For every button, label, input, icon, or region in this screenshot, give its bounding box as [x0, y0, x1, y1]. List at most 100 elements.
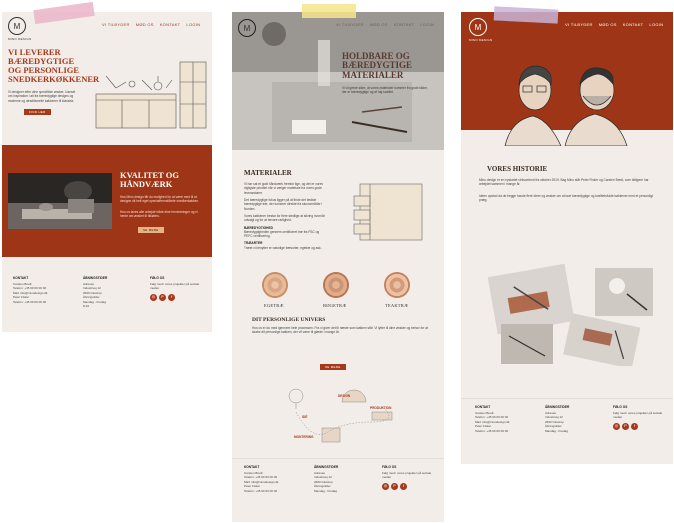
logo[interactable]: M [8, 17, 26, 35]
univers-button[interactable]: SE MERE [320, 364, 346, 370]
process-label: MONTERING [294, 435, 314, 439]
footer: KONTAKT Carsten Bredt Telefon: +45 00 00… [232, 458, 444, 522]
footer-hours: ÅBNINGSTIDER Adresse Industrivej 12 2600… [545, 405, 600, 433]
quality-title-line: HÅNDVÆRK [120, 178, 173, 189]
footer-line: Mandag - Fredag [314, 488, 338, 493]
history-text-1: Mino design er en nystartet virksomhed f… [479, 178, 649, 187]
nav-login[interactable]: LOGIN [649, 22, 663, 27]
nav-meet[interactable]: MØD OS [599, 22, 617, 27]
craftsman-photo [8, 173, 112, 229]
footer-social-text: Følg med i vores projekter på sociale me… [382, 471, 432, 480]
main-nav: VI TILBYDER MØD OS KONTAKT LOGIN [336, 22, 434, 27]
footer-heading: ÅBNINGSTIDER [314, 465, 339, 469]
quality-text-1: Hos Mino design får du mulighed for at v… [120, 195, 200, 204]
logo[interactable]: M [469, 18, 487, 36]
materials-paragraph: Vi har sat et godt håndværk fremfor lige… [244, 182, 323, 195]
footer-heading: FØLG OS [613, 405, 628, 409]
nav-contact[interactable]: KONTAKT [394, 22, 415, 27]
hero-title-line: MATERIALER [342, 69, 404, 80]
nav-meet[interactable]: MØD OS [136, 22, 154, 27]
pinterest-icon[interactable]: P [391, 482, 398, 490]
nav-offer[interactable]: VI TILBYDER [336, 22, 364, 27]
nav-contact[interactable]: KONTAKT [160, 22, 181, 27]
footer-contact: KONTAKT Carsten Bredt Telefon: +45 00 00… [244, 465, 304, 493]
nav-offer[interactable]: VI TILBYDER [102, 22, 130, 27]
workshop-collage [487, 264, 653, 366]
materials-paragraph: Vores køkkener bestar for flere stedlige… [244, 213, 325, 223]
social-links: ◎ P f [613, 422, 669, 430]
hero-text: Vi designer efter dine specifikke ønsker… [8, 90, 76, 103]
footer-line: Telefon: +45 00 00 00 00 [13, 299, 47, 304]
logo-text: MINO DESIGN [8, 37, 32, 41]
footer-heading: KONTAKT [475, 405, 491, 409]
footer-social: FØLG OS Følg med i vores projekter på so… [382, 465, 438, 490]
pinterest-icon[interactable]: P [622, 422, 629, 430]
hero-button[interactable]: FIND HER [24, 109, 51, 115]
history-title: VORES HISTORIE [487, 165, 548, 173]
nav-login[interactable]: LOGIN [186, 22, 200, 27]
logo-letter: M [13, 21, 21, 31]
logo-letter: M [243, 23, 251, 33]
facebook-icon[interactable]: f [631, 422, 638, 430]
footer-heading: KONTAKT [13, 276, 29, 280]
nav-login[interactable]: LOGIN [420, 22, 434, 27]
materials-paragraph: Det bæredygtige fokus ligger på at finde… [244, 197, 323, 211]
quality-section: KVALITET OG HÅNDVÆRK Hos Mino design får… [2, 145, 212, 257]
instagram-icon[interactable]: ◎ [613, 422, 620, 430]
kitchen-illustration [95, 61, 207, 129]
materials-hero-photo [232, 12, 444, 150]
page-home: M MINO DESIGN VI TILBYDER MØD OS KONTAKT… [2, 12, 212, 332]
main-nav: VI TILBYDER MØD OS KONTAKT LOGIN [565, 22, 663, 27]
footer-heading: ÅBNINGSTIDER [545, 405, 570, 409]
footer-contact: KONTAKT Carsten Bredt Telefon: +45 00 00… [13, 276, 73, 304]
nav-offer[interactable]: VI TILBYDER [565, 22, 593, 27]
process-label: PRODUKTION [370, 406, 392, 410]
footer-line: 8-16 [83, 303, 90, 308]
pinterest-icon[interactable]: P [159, 293, 166, 301]
footer: KONTAKT Carsten Bredt Telefon: +45 00 00… [2, 268, 212, 332]
tape-decoration [302, 4, 356, 18]
materials-paragraph: Bæredygtigheden gennem certificeret træ … [244, 229, 320, 239]
instagram-icon[interactable]: ◎ [150, 293, 157, 301]
footer-heading: FØLG OS [150, 276, 165, 280]
beech-label: BØGETRÆ [323, 303, 347, 308]
beech-slice-image[interactable] [323, 272, 349, 298]
footer-hours: ÅBNINGSTIDER Adresse Industrivej 12 2600… [83, 276, 138, 308]
footer-social-text: Følg med i vores projekter på sociale me… [613, 411, 663, 420]
nav-meet[interactable]: MØD OS [370, 22, 388, 27]
nav-contact[interactable]: KONTAKT [623, 22, 644, 27]
footer-social-text: Følg med i vores projekter på sociale me… [150, 282, 200, 291]
cabinet-illustration [353, 183, 423, 241]
univers-text: Hos os er du med igennem hele processen.… [252, 326, 428, 335]
materials-text: Vi har sat et godt håndværk fremfor lige… [244, 182, 328, 250]
footer-hours: ÅBNINGSTIDER Adresse Industrivej 12 2600… [314, 465, 369, 493]
history-text-2: Idéen opstod da de begge havde flere ide… [479, 194, 654, 203]
materials-paragraph: Træet vi benytter er naturlige træsorter… [244, 245, 322, 250]
quality-button[interactable]: SE MERE [138, 227, 164, 233]
instagram-icon[interactable]: ◎ [382, 482, 389, 490]
logo-letter: M [474, 22, 482, 32]
social-links: ◎ P f [150, 293, 206, 301]
page-about: M MINO DESIGN VI TILBYDER MØD OS KONTAKT… [461, 12, 673, 464]
facebook-icon[interactable]: f [168, 293, 175, 301]
oak-slice-image[interactable] [262, 272, 288, 298]
quality-text-2: Hos os laves alle arbejde både dine forv… [120, 210, 198, 219]
footer: KONTAKT Carsten Bredt Telefon: +45 00 00… [461, 398, 673, 464]
social-links: ◎ P f [382, 482, 438, 490]
footer-line: Telefon: +45 00 00 00 00 [244, 488, 278, 493]
page-materials: M VI TILBYDER MØD OS KONTAKT LOGIN HOLDB… [232, 12, 444, 522]
hero-text: Vi vil gerne sikre, at vores materialer … [342, 86, 428, 95]
footer-social: FØLG OS Følg med i vores projekter på so… [613, 405, 669, 430]
footer-heading: ÅBNINGSTIDER [83, 276, 108, 280]
logo[interactable]: M [238, 19, 256, 37]
teak-slice-image[interactable] [384, 272, 410, 298]
univers-title: DIT PERSONLIGE UNIVERS [252, 317, 326, 323]
process-label: IDÉ [302, 415, 308, 419]
footer-contact: KONTAKT Carsten Bredt Telefon: +45 00 00… [475, 405, 535, 433]
teak-label: TEAKTRÆ [385, 303, 409, 308]
process-label: DESIGN [338, 394, 351, 398]
facebook-icon[interactable]: f [400, 482, 407, 490]
oak-label: EGETRÆ [264, 303, 284, 308]
hero-title: HOLDBARE OG BÆREDYGTIGE MATERIALER [342, 51, 412, 80]
main-nav: VI TILBYDER MØD OS KONTAKT LOGIN [102, 22, 200, 27]
